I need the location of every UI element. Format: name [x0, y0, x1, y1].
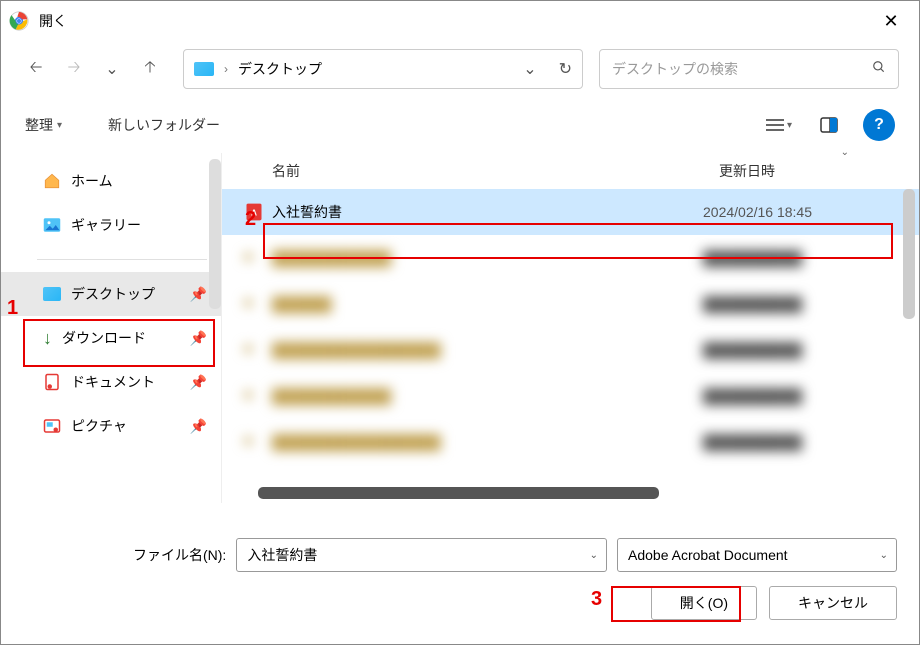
folder-icon [194, 62, 214, 76]
pin-icon: 📌 [190, 330, 207, 347]
dialog-title: 開く [39, 11, 871, 31]
filter-value: Adobe Acrobat Document [628, 547, 788, 563]
file-name: ████████████ [272, 250, 703, 266]
file-name: ████████████ [272, 388, 703, 404]
file-row[interactable]: ■ █████████████████ ██████████ [222, 419, 919, 465]
new-folder-button[interactable]: 新しいフォルダー [108, 115, 220, 135]
file-row[interactable]: ■ ████████████ ██████████ [222, 235, 919, 281]
navigation-bar: 🡠 🡢 ⌄ 🡡 › デスクトップ ⌄ ↻ デスクトップの検索 [1, 41, 919, 97]
filename-label: ファイル名(N): [133, 545, 226, 565]
svg-text:A: A [251, 207, 257, 217]
download-icon: ↓ [43, 328, 52, 349]
chevron-down-icon: ⌄ [880, 550, 888, 561]
sidebar: ホーム ギャラリー デスクトップ 📌 ↓ ダウンロード 📌 ドキュメント 📌 [1, 153, 221, 503]
cancel-button[interactable]: キャンセル [769, 586, 897, 620]
file-name: ██████ [272, 296, 703, 312]
chevron-right-icon: › [224, 62, 228, 76]
file-icon: ■ [244, 340, 264, 360]
horizontal-scrollbar[interactable] [258, 487, 659, 499]
sidebar-label: ホーム [71, 171, 113, 191]
sort-arrow-icon: ⌄ [841, 147, 849, 158]
file-row[interactable]: ■ ██████ ██████████ [222, 281, 919, 327]
open-button[interactable]: 開く(O) [651, 586, 757, 620]
gallery-icon [43, 217, 61, 233]
pin-icon: 📌 [190, 374, 207, 391]
search-input[interactable]: デスクトップの検索 [599, 49, 899, 89]
back-button[interactable]: 🡠 [21, 54, 51, 84]
filename-input[interactable]: 入社誓約書 ⌄ [236, 538, 607, 572]
chevron-down-icon: ⌄ [590, 550, 598, 561]
file-date: 2024/02/16 18:45 [703, 204, 903, 220]
dropdown-icon: ▾ [57, 120, 62, 131]
file-scrollbar[interactable] [903, 189, 915, 319]
file-date: ██████████ [703, 250, 903, 266]
sidebar-label: ギャラリー [71, 215, 141, 235]
sidebar-item-documents[interactable]: ドキュメント 📌 [1, 360, 221, 404]
address-bar[interactable]: › デスクトップ ⌄ ↻ [183, 49, 583, 89]
view-menu[interactable]: ▾ [763, 109, 795, 141]
sidebar-item-downloads[interactable]: ↓ ダウンロード 📌 [1, 316, 221, 360]
pin-icon: 📌 [190, 286, 207, 303]
sidebar-label: デスクトップ [71, 284, 155, 304]
sidebar-item-pictures[interactable]: ピクチャ 📌 [1, 404, 221, 448]
sidebar-item-gallery[interactable]: ギャラリー [1, 203, 221, 247]
file-row[interactable]: ■ ████████████ ██████████ [222, 373, 919, 419]
column-name[interactable]: 名前 [272, 161, 719, 181]
file-name: █████████████████ [272, 434, 703, 450]
file-date: ██████████ [703, 434, 903, 450]
organize-label: 整理 [25, 115, 53, 135]
file-icon: ■ [244, 432, 264, 452]
pdf-icon: A [244, 202, 264, 222]
sidebar-item-desktop[interactable]: デスクトップ 📌 [1, 272, 221, 316]
file-name: █████████████████ [272, 342, 703, 358]
file-icon: ■ [244, 248, 264, 268]
organize-menu[interactable]: 整理 ▾ [25, 115, 62, 135]
main-area: ホーム ギャラリー デスクトップ 📌 ↓ ダウンロード 📌 ドキュメント 📌 [1, 153, 919, 503]
sidebar-label: ピクチャ [71, 416, 127, 436]
pictures-icon [43, 417, 61, 435]
search-icon [872, 60, 886, 79]
close-button[interactable]: ✕ [871, 6, 911, 36]
recent-dropdown[interactable]: ⌄ [97, 54, 127, 84]
preview-pane-button[interactable] [813, 109, 845, 141]
location-text: デスクトップ [238, 59, 513, 79]
titlebar: 開く ✕ [1, 1, 919, 41]
file-icon: ■ [244, 294, 264, 314]
sidebar-scrollbar[interactable] [209, 159, 221, 309]
filename-value: 入社誓約書 [247, 545, 317, 565]
sidebar-divider [37, 259, 207, 260]
file-row[interactable]: A 入社誓約書 2024/02/16 18:45 [222, 189, 919, 235]
help-button[interactable]: ? [863, 109, 895, 141]
chevron-down-icon[interactable]: ⌄ [523, 59, 536, 79]
file-name: 入社誓約書 [272, 202, 703, 222]
file-icon: ■ [244, 386, 264, 406]
document-icon [43, 373, 61, 391]
file-type-filter[interactable]: Adobe Acrobat Document ⌄ [617, 538, 897, 572]
file-row[interactable]: ■ █████████████████ ██████████ [222, 327, 919, 373]
up-button[interactable]: 🡡 [135, 54, 165, 84]
forward-button[interactable]: 🡢 [59, 54, 89, 84]
home-icon [43, 172, 61, 190]
open-file-dialog: 開く ✕ 🡠 🡢 ⌄ 🡡 › デスクトップ ⌄ ↻ デスクトップの検索 整理 ▾… [0, 0, 920, 645]
file-header: 名前 更新日時 ⌄ [222, 153, 919, 189]
footer: ファイル名(N): 入社誓約書 ⌄ Adobe Acrobat Document… [1, 524, 919, 644]
file-date: ██████████ [703, 296, 903, 312]
sidebar-item-home[interactable]: ホーム [1, 159, 221, 203]
file-date: ██████████ [703, 342, 903, 358]
file-date: ██████████ [703, 388, 903, 404]
toolbar: 整理 ▾ 新しいフォルダー ▾ ? [1, 97, 919, 153]
pin-icon: 📌 [190, 418, 207, 435]
sidebar-label: ダウンロード [62, 328, 146, 348]
chrome-icon [9, 11, 29, 31]
file-list: 名前 更新日時 ⌄ A 入社誓約書 2024/02/16 18:45 ■ ███… [221, 153, 919, 503]
desktop-icon [43, 287, 61, 301]
search-placeholder: デスクトップの検索 [612, 59, 872, 79]
column-modified[interactable]: 更新日時 ⌄ [719, 161, 919, 181]
sidebar-label: ドキュメント [71, 372, 155, 392]
refresh-icon[interactable]: ↻ [559, 59, 572, 79]
